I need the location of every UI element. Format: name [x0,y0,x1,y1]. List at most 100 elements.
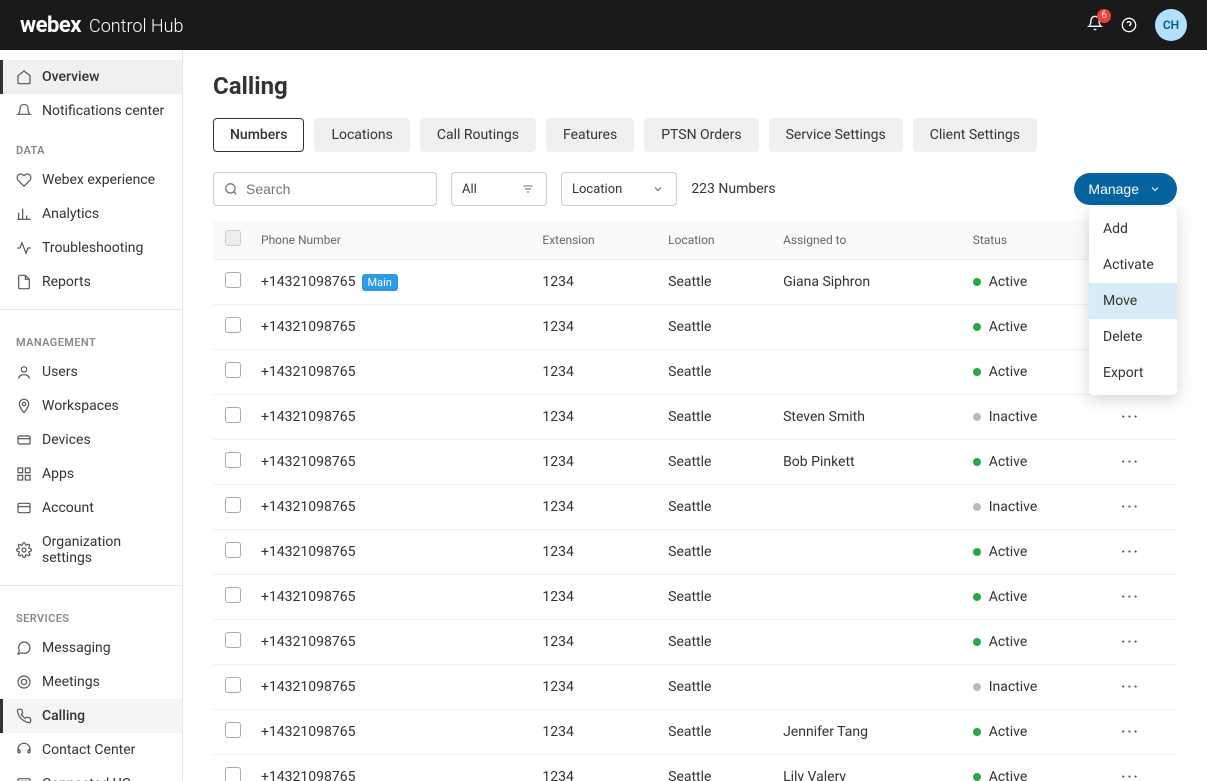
help-icon[interactable] [1121,17,1137,33]
tab-call-routings[interactable]: Call Routings [420,118,536,152]
sidebar-item-troubleshooting[interactable]: Troubleshooting [0,231,182,265]
sidebar-item-reports[interactable]: Reports [0,265,182,299]
manage-menu-activate[interactable]: Activate [1089,247,1177,283]
sidebar-item-calling[interactable]: Calling [0,699,182,733]
table-row[interactable]: +14321098765 1234 Seattle Jennifer Tang … [213,710,1177,755]
manage-button[interactable]: Manage [1074,173,1177,205]
row-checkbox[interactable] [225,677,241,693]
row-actions-button[interactable]: ··· [1121,589,1140,605]
cell-extension: 1234 [534,305,660,350]
brand-logo: webex [20,13,81,38]
tab-features[interactable]: Features [546,118,634,152]
table-row[interactable]: +14321098765 1234 Seattle Inactive ··· [213,485,1177,530]
status-dot-icon [973,368,981,376]
sidebar-item-messaging[interactable]: Messaging [0,631,182,665]
manage-menu-add[interactable]: Add [1089,211,1177,247]
table-row[interactable]: +14321098765 1234 Seattle Inactive ··· [213,665,1177,710]
cell-status: Inactive [965,395,1113,440]
sidebar-item-connected-uc[interactable]: Connected UC [0,767,182,781]
notifications-button[interactable]: 6 [1087,15,1103,36]
sidebar-item-analytics[interactable]: Analytics [0,197,182,231]
row-checkbox[interactable] [225,362,241,378]
sidebar-item-devices[interactable]: Devices [0,423,182,457]
table-row[interactable]: +14321098765 1234 Seattle Lily Valery Ac… [213,755,1177,781]
page-title: Calling [213,72,1177,100]
table-row[interactable]: +14321098765 1234 Seattle Active ··· [213,305,1177,350]
cell-extension: 1234 [534,395,660,440]
status-dot-icon [973,683,981,691]
tab-numbers[interactable]: Numbers [213,118,304,152]
sidebar-item-workspaces[interactable]: Workspaces [0,389,182,423]
apps-icon [16,466,32,482]
cell-assigned: Steven Smith [775,395,965,440]
status-dot-icon [973,593,981,601]
row-actions-button[interactable]: ··· [1121,499,1140,515]
manage-menu-move[interactable]: Move [1089,283,1177,319]
row-actions-button[interactable]: ··· [1121,679,1140,695]
cell-extension: 1234 [534,575,660,620]
row-actions-button[interactable]: ··· [1121,454,1140,470]
row-checkbox[interactable] [225,632,241,648]
filter-all-label: All [462,182,477,197]
row-actions-button[interactable]: ··· [1121,409,1140,425]
row-checkbox[interactable] [225,767,241,781]
sidebar-item-notifications-center[interactable]: Notifications center [0,94,182,128]
manage-menu-export[interactable]: Export [1089,355,1177,391]
avatar[interactable]: CH [1155,9,1187,41]
main-tag: Main [362,274,398,291]
search-input[interactable] [213,172,437,206]
sidebar-item-label: Troubleshooting [42,240,143,256]
sidebar-item-label: Notifications center [42,103,164,119]
sidebar-item-webex-experience[interactable]: Webex experience [0,163,182,197]
table-row[interactable]: +14321098765 1234 Seattle Steven Smith I… [213,395,1177,440]
sidebar-item-contact-center[interactable]: Contact Center [0,733,182,767]
sidebar-item-users[interactable]: Users [0,355,182,389]
status-dot-icon [973,278,981,286]
cell-extension: 1234 [534,440,660,485]
table-row[interactable]: +14321098765 1234 Seattle Active ··· [213,350,1177,395]
sidebar-item-account[interactable]: Account [0,491,182,525]
cell-location: Seattle [660,260,775,305]
tab-client-settings[interactable]: Client Settings [913,118,1037,152]
table-row[interactable]: +14321098765 1234 Seattle Active ··· [213,620,1177,665]
status-dot-icon [973,638,981,646]
sidebar-item-overview[interactable]: Overview [0,60,182,94]
select-all-checkbox[interactable] [225,230,241,246]
row-checkbox[interactable] [225,587,241,603]
tab-locations[interactable]: Locations [314,118,409,152]
tab-service-settings[interactable]: Service Settings [769,118,903,152]
sidebar-item-label: Reports [42,274,91,290]
manage-wrap: Manage AddActivateMoveDeleteExport [1074,173,1177,205]
filter-location-label: Location [572,182,622,197]
row-checkbox[interactable] [225,497,241,513]
manage-dropdown: AddActivateMoveDeleteExport [1089,207,1177,395]
cell-phone: +14321098765 [253,485,534,530]
sidebar-item-label: Connected UC [42,776,131,781]
row-actions-button[interactable]: ··· [1121,769,1140,781]
cell-location: Seattle [660,350,775,395]
cell-location: Seattle [660,620,775,665]
pin-icon [16,398,32,414]
filter-all[interactable]: All [451,172,547,206]
user-icon [16,364,32,380]
row-actions-button[interactable]: ··· [1121,544,1140,560]
row-checkbox[interactable] [225,452,241,468]
sidebar-item-apps[interactable]: Apps [0,457,182,491]
manage-menu-delete[interactable]: Delete [1089,319,1177,355]
table-row[interactable]: +14321098765 1234 Seattle Active ··· [213,575,1177,620]
table-row[interactable]: +14321098765Main 1234 Seattle Giana Siph… [213,260,1177,305]
cell-assigned: Lily Valery [775,755,965,781]
filter-location[interactable]: Location [561,172,677,206]
sidebar-item-meetings[interactable]: Meetings [0,665,182,699]
row-checkbox[interactable] [225,407,241,423]
row-checkbox[interactable] [225,317,241,333]
row-checkbox[interactable] [225,272,241,288]
row-checkbox[interactable] [225,542,241,558]
tab-ptsn-orders[interactable]: PTSN Orders [644,118,758,152]
row-actions-button[interactable]: ··· [1121,634,1140,650]
row-checkbox[interactable] [225,722,241,738]
row-actions-button[interactable]: ··· [1121,724,1140,740]
table-row[interactable]: +14321098765 1234 Seattle Bob Pinkett Ac… [213,440,1177,485]
table-row[interactable]: +14321098765 1234 Seattle Active ··· [213,530,1177,575]
sidebar-item-organization-settings[interactable]: Organization settings [0,525,182,575]
